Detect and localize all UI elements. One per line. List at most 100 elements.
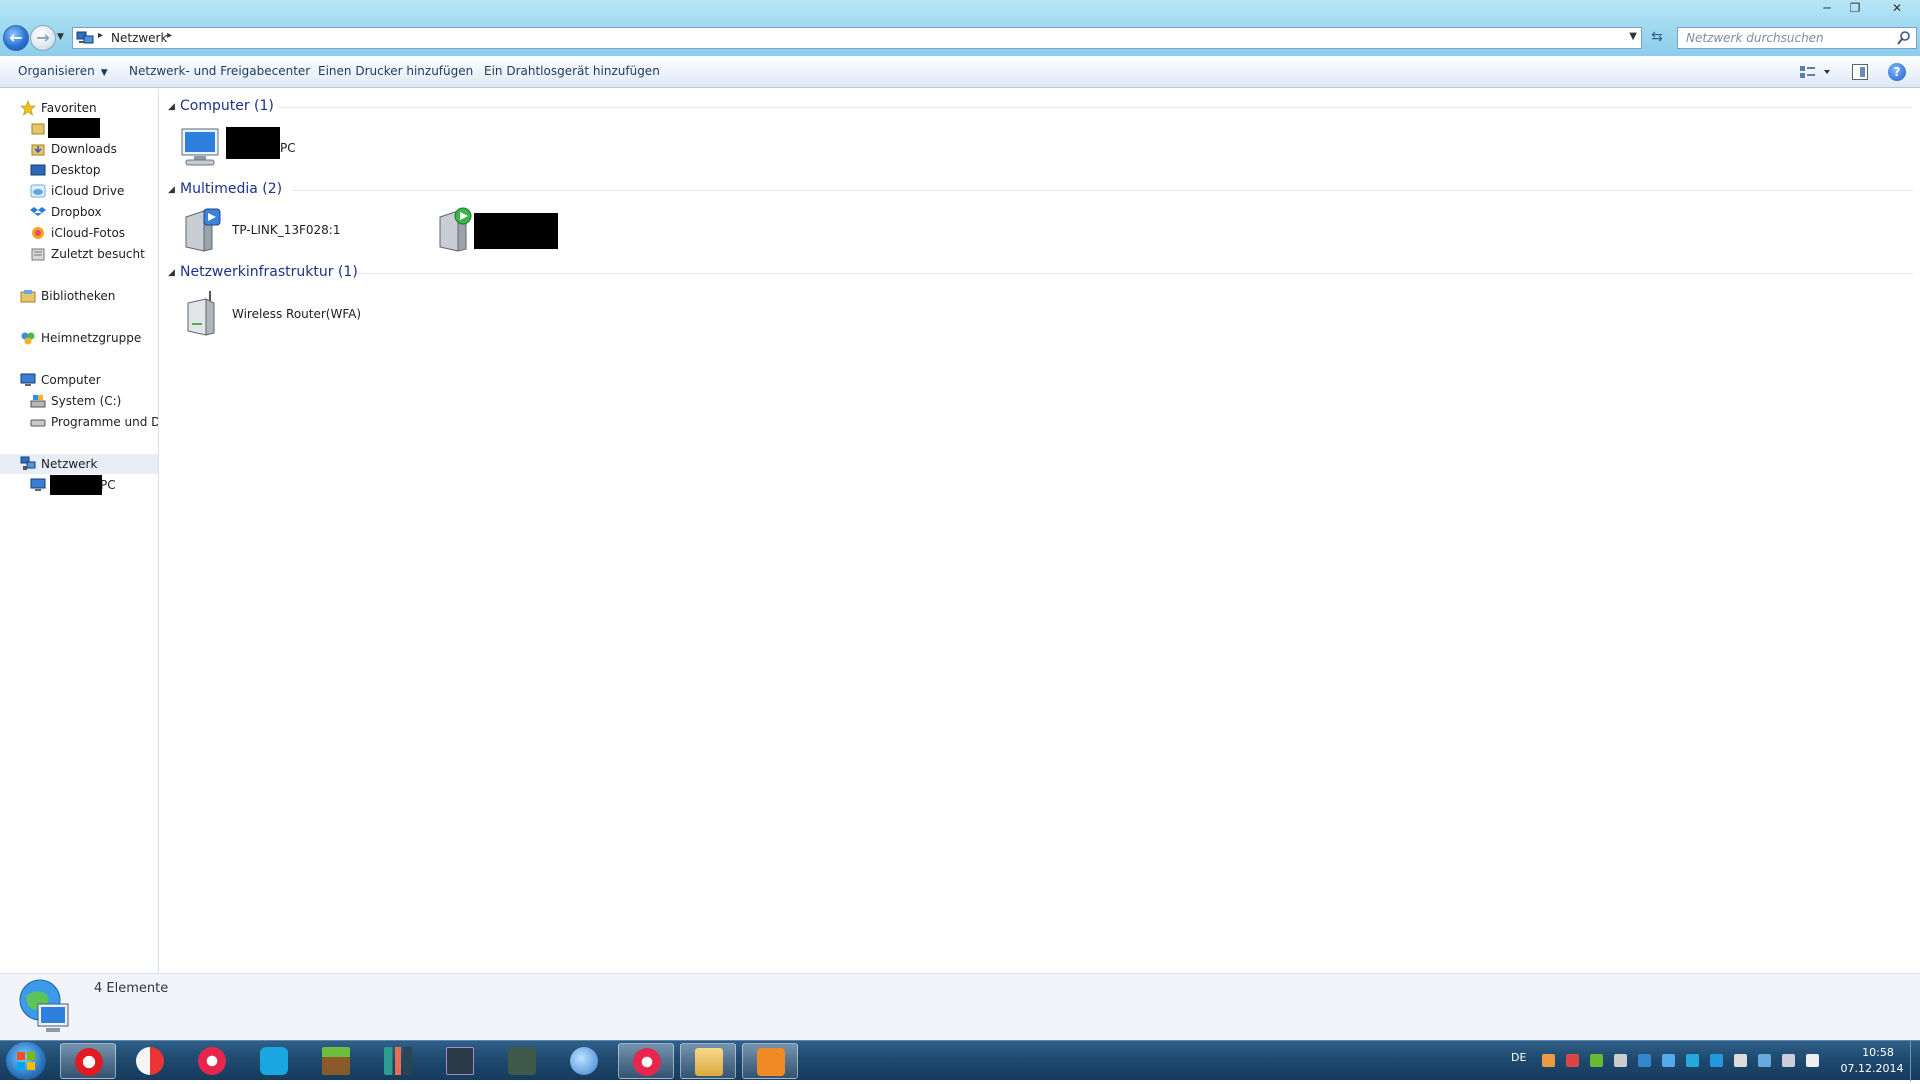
search-input[interactable]: Netzwerk durchsuchen: [1677, 27, 1917, 49]
nav-icloud-drive[interactable]: iCloud Drive: [0, 181, 158, 201]
shield-icon: [260, 1047, 288, 1075]
breadcrumb-netzwerk[interactable]: Netzwerk: [111, 31, 167, 45]
recent-pages-dropdown[interactable]: ▼: [57, 32, 67, 44]
address-bar[interactable]: ▸ Netzwerk ▸ ▼: [72, 27, 1642, 49]
back-button[interactable]: ←: [3, 25, 29, 51]
organize-menu[interactable]: Organisieren ▼: [18, 64, 108, 78]
group-header-multimedia[interactable]: ◢ Multimedia (2): [168, 180, 1913, 200]
taskbar-opera[interactable]: [60, 1043, 116, 1079]
system-drive-icon: [30, 395, 46, 408]
user-folder-icon: [31, 123, 45, 135]
taskbar-itunes-open[interactable]: [618, 1043, 674, 1079]
nav-recent-label: Zuletzt besucht: [51, 247, 145, 261]
language-indicator[interactable]: DE: [1511, 1051, 1526, 1064]
nav-libraries[interactable]: Bibliotheken: [0, 286, 158, 306]
nav-network-pc[interactable]: PC: [0, 475, 158, 495]
forward-button[interactable]: →: [30, 25, 56, 51]
taskbar-app-globe[interactable]: [556, 1043, 612, 1079]
nav-icloud-photos-label: iCloud-Fotos: [51, 226, 126, 240]
nav-network-label: Netzwerk: [41, 457, 98, 471]
tray-ccleaner-icon[interactable]: [1566, 1054, 1579, 1067]
taskbar-itunes[interactable]: [184, 1043, 240, 1079]
collapse-icon[interactable]: ◢: [168, 102, 175, 112]
tray-tool-icon[interactable]: [1614, 1054, 1627, 1067]
add-wireless-device-button[interactable]: Ein Drahtlosgerät hinzufügen: [484, 64, 660, 78]
device-tp-link[interactable]: TP-LINK_13F028:1: [180, 207, 420, 255]
tray-security-icon[interactable]: [1686, 1054, 1699, 1067]
clock-time[interactable]: 10:58: [1850, 1046, 1906, 1059]
network-center-button[interactable]: Netzwerk- und Freigabecenter: [129, 64, 310, 78]
group-header-computer[interactable]: ◢ Computer (1): [168, 97, 1913, 117]
preview-pane-icon[interactable]: [1852, 64, 1868, 80]
change-view-icon[interactable]: [1798, 64, 1834, 80]
nav-system-drive-label: System (C:): [51, 394, 122, 408]
taskbar-app-dark[interactable]: [432, 1043, 488, 1079]
group-divider: [278, 107, 1913, 108]
add-printer-button[interactable]: Einen Drucker hinzufügen: [318, 64, 473, 78]
tray-chrome-icon[interactable]: [1542, 1054, 1555, 1067]
taskbar-app-cube[interactable]: [494, 1043, 550, 1079]
opera-icon: [75, 1048, 103, 1076]
tray-shield-icon[interactable]: [1710, 1054, 1723, 1067]
address-dropdown-icon[interactable]: ▼: [1629, 31, 1637, 42]
tray-flag-icon[interactable]: [1734, 1054, 1747, 1067]
nav-favorites-label: Favoriten: [41, 101, 97, 115]
taskbar-app-graph[interactable]: [370, 1043, 426, 1079]
nav-favorites[interactable]: Favoriten: [0, 98, 158, 118]
search-icon[interactable]: [1896, 30, 1912, 46]
downloads-folder-icon: [31, 144, 45, 156]
nav-homegroup[interactable]: Heimnetzgruppe: [0, 328, 158, 348]
nav-icloud-photos[interactable]: iCloud-Fotos: [0, 223, 158, 243]
taskbar-minecraft[interactable]: [308, 1043, 364, 1079]
show-desktop-button[interactable]: [1910, 1041, 1920, 1081]
taskbar-ccleaner[interactable]: [122, 1043, 178, 1079]
minecraft-icon: [322, 1047, 350, 1075]
nav-favorite-redacted[interactable]: [0, 118, 158, 138]
photos-icon: [32, 227, 44, 239]
tray-cloud-icon[interactable]: [1638, 1054, 1651, 1067]
dropbox-icon: [30, 207, 46, 216]
close-button[interactable]: ✕: [1880, 0, 1914, 18]
taskbar-explorer[interactable]: [680, 1043, 736, 1079]
tray-sync-icon[interactable]: [1662, 1054, 1675, 1067]
device-wireless-router[interactable]: Wireless Router(WFA): [180, 291, 440, 339]
computer-icon: [181, 128, 219, 166]
taskbar-media-player[interactable]: [742, 1043, 798, 1079]
device-media-redacted[interactable]: [434, 207, 584, 255]
organize-label: Organisieren: [18, 64, 95, 78]
nav-computer[interactable]: Computer: [0, 370, 158, 390]
collapse-icon[interactable]: ◢: [168, 268, 175, 278]
device-computer-pc[interactable]: PC: [178, 125, 398, 173]
tray-network-icon[interactable]: [1782, 1054, 1795, 1067]
nav-dropbox[interactable]: Dropbox: [0, 202, 158, 222]
breadcrumb-separator-icon[interactable]: ▸: [167, 30, 172, 41]
start-button[interactable]: [6, 1042, 46, 1080]
group-header-infrastructure[interactable]: ◢ Netzwerkinfrastruktur (1): [168, 263, 1913, 283]
help-icon[interactable]: ?: [1888, 63, 1906, 81]
taskbar-security[interactable]: [246, 1043, 302, 1079]
nav-libraries-label: Bibliotheken: [41, 289, 116, 303]
network-icon: [76, 31, 94, 44]
device-label: PC: [280, 141, 296, 155]
breadcrumb-separator-icon[interactable]: ▸: [98, 30, 103, 41]
windows-logo-icon: [17, 1052, 35, 1070]
nav-system-drive[interactable]: System (C:): [0, 391, 158, 411]
collapse-icon[interactable]: ◢: [168, 185, 175, 195]
tray-volume-icon[interactable]: [1806, 1054, 1819, 1067]
nav-desktop[interactable]: Desktop: [0, 160, 158, 180]
item-count: 4 Elemente: [94, 981, 169, 996]
clock-date[interactable]: 07.12.2014: [1836, 1062, 1908, 1075]
tray-dropbox-icon[interactable]: [1758, 1054, 1771, 1067]
minimize-button[interactable]: ─: [1814, 0, 1840, 18]
refresh-button[interactable]: ⇆: [1647, 29, 1667, 49]
maximize-button[interactable]: ❐: [1842, 0, 1868, 18]
nav-recent[interactable]: Zuletzt besucht: [0, 244, 158, 264]
file-list: ◢ Computer (1) PC ◢ Multimedia (2) TP-LI…: [160, 89, 1920, 973]
tray-nvidia-icon[interactable]: [1590, 1054, 1603, 1067]
redacted-block: [226, 127, 280, 159]
nav-downloads[interactable]: Downloads: [0, 139, 158, 159]
nav-homegroup-label: Heimnetzgruppe: [41, 331, 142, 345]
nav-programs-drive[interactable]: Programme und Dat: [0, 412, 158, 432]
nav-network[interactable]: Netzwerk: [0, 454, 158, 474]
redacted-block: [50, 475, 102, 495]
